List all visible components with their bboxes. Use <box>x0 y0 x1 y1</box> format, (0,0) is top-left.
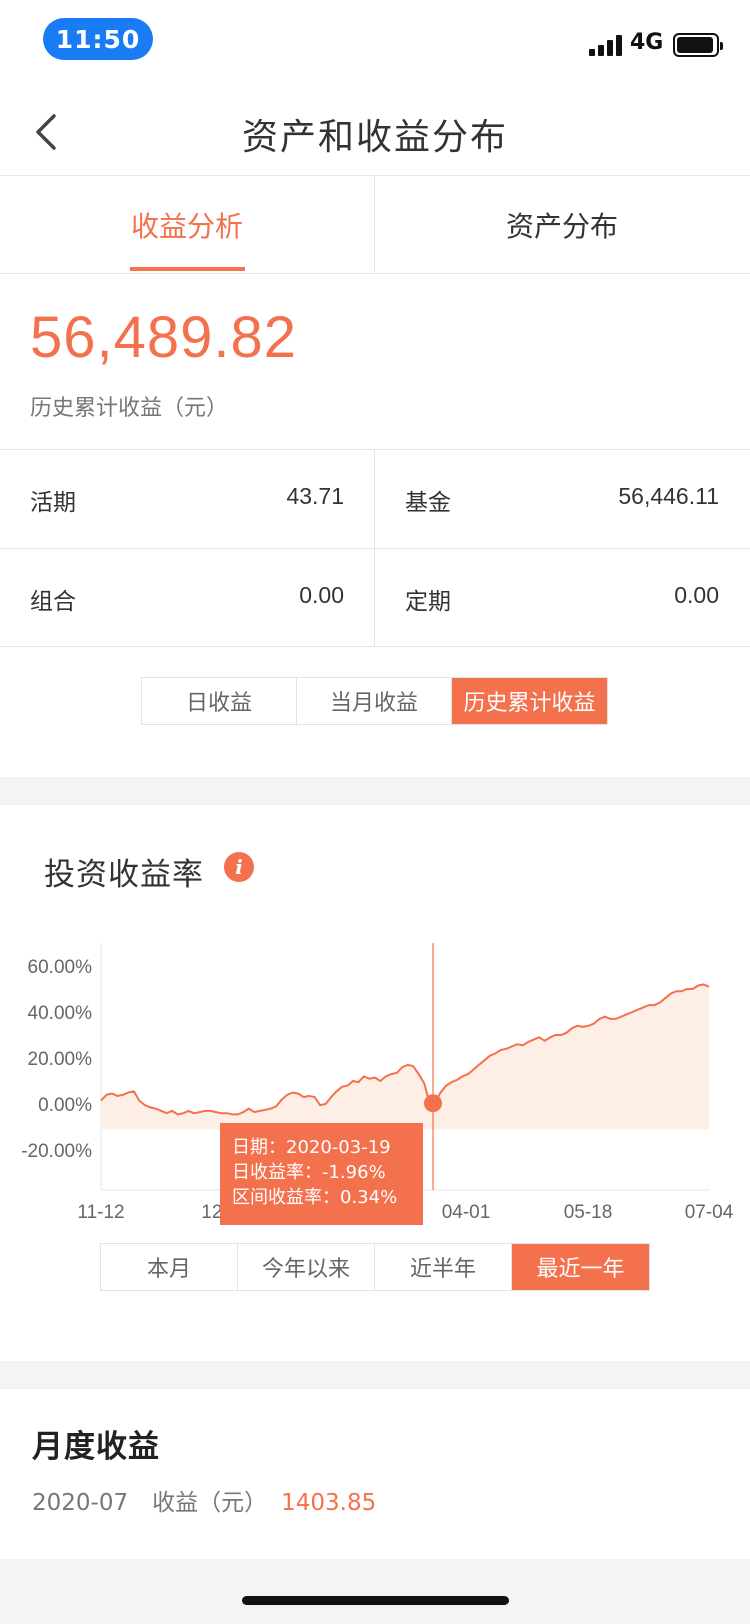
toggle-daily-earnings[interactable]: 日收益 <box>142 678 297 724</box>
total-earnings-label: 历史累计收益（元） <box>30 396 229 421</box>
breakdown-fund[interactable]: 基金 56,446.11 <box>375 450 749 548</box>
monthly-title: 月度收益 <box>32 1429 160 1465</box>
battery-icon <box>673 33 723 57</box>
page-title: 资产和收益分布 <box>241 117 508 158</box>
breakdown-label: 活期 <box>30 490 76 516</box>
y-tick-label: 60.00% <box>28 957 93 978</box>
breakdown-label: 定期 <box>405 589 451 615</box>
chart-tooltip: 日期：2020-03-19 日收益率：-1.96% 区间收益率：0.34% <box>220 1123 423 1225</box>
status-bar: 11:50 4G <box>0 0 750 88</box>
network-type: 4G <box>630 30 664 55</box>
period-year-to-date[interactable]: 今年以来 <box>238 1244 375 1290</box>
breakdown-value: 56,446.11 <box>618 483 719 509</box>
earnings-summary: 56,489.82 历史累计收益（元） <box>0 274 750 449</box>
breakdown-value: 0.00 <box>299 582 344 608</box>
signal-icon <box>589 34 625 56</box>
tooltip-range-rate: 区间收益率：0.34% <box>232 1187 398 1208</box>
tab-earnings-analysis[interactable]: 收益分析 <box>0 176 374 274</box>
monthly-label: 收益（元） <box>152 1490 268 1516</box>
highlight-point <box>424 1094 442 1113</box>
y-tick-label: -20.00% <box>21 1141 92 1162</box>
period-toggle: 本月 今年以来 近半年 最近一年 <box>100 1243 650 1291</box>
monthly-amount: 1403.85 <box>281 1490 377 1516</box>
monthly-earnings-card: 月度收益 2020-07 收益（元） 1403.85 <box>0 1389 750 1559</box>
tooltip-date: 日期：2020-03-19 <box>232 1137 391 1158</box>
x-tick-label: 05-18 <box>564 1202 613 1223</box>
period-last-year[interactable]: 最近一年 <box>512 1244 649 1290</box>
status-time: 11:50 <box>43 18 153 60</box>
earnings-type-toggle: 日收益 当月收益 历史累计收益 <box>141 677 608 725</box>
tab-asset-distribution[interactable]: 资产分布 <box>375 176 749 274</box>
earnings-type-panel: 日收益 当月收益 历史累计收益 <box>0 647 750 777</box>
tab-bar: 收益分析 资产分布 <box>0 176 750 274</box>
monthly-summary-line: 2020-07 收益（元） 1403.85 <box>32 1483 376 1517</box>
earnings-breakdown: 活期 43.71 基金 56,446.11 组合 0.00 定期 0.00 <box>0 449 750 647</box>
total-earnings-value: 56,489.82 <box>30 305 298 370</box>
y-tick-label: 20.00% <box>28 1049 93 1070</box>
period-this-month[interactable]: 本月 <box>101 1244 238 1290</box>
breakdown-label: 基金 <box>405 490 451 516</box>
return-rate-card: 投资收益率 i 60.00% 40.00% 20.00% 0.00% -20.00% 11… <box>0 805 750 1361</box>
active-tab-indicator <box>130 267 245 271</box>
monthly-month: 2020-07 <box>32 1490 129 1516</box>
tooltip-daily-rate: 日收益率：-1.96% <box>232 1162 386 1183</box>
y-tick-label: 40.00% <box>28 1003 93 1024</box>
x-tick-label: 07-04 <box>685 1202 734 1223</box>
breakdown-value: 0.00 <box>674 582 719 608</box>
period-half-year[interactable]: 近半年 <box>375 1244 512 1290</box>
y-tick-label: 0.00% <box>38 1095 92 1116</box>
breakdown-demand[interactable]: 活期 43.71 <box>0 450 374 548</box>
toggle-monthly-earnings[interactable]: 当月收益 <box>297 678 452 724</box>
breakdown-value: 43.71 <box>286 483 344 509</box>
navigation-bar: 资产和收益分布 <box>0 88 750 176</box>
home-indicator[interactable] <box>242 1596 509 1605</box>
breakdown-portfolio[interactable]: 组合 0.00 <box>0 549 374 647</box>
toggle-cumulative-earnings[interactable]: 历史累计收益 <box>452 678 607 724</box>
series-area <box>101 984 709 1130</box>
breakdown-fixed-term[interactable]: 定期 0.00 <box>375 549 749 647</box>
x-tick-label: 04-01 <box>442 1202 491 1223</box>
x-tick-label: 11-12 <box>77 1202 124 1223</box>
breakdown-label: 组合 <box>30 589 76 615</box>
grid-divider <box>0 548 750 549</box>
